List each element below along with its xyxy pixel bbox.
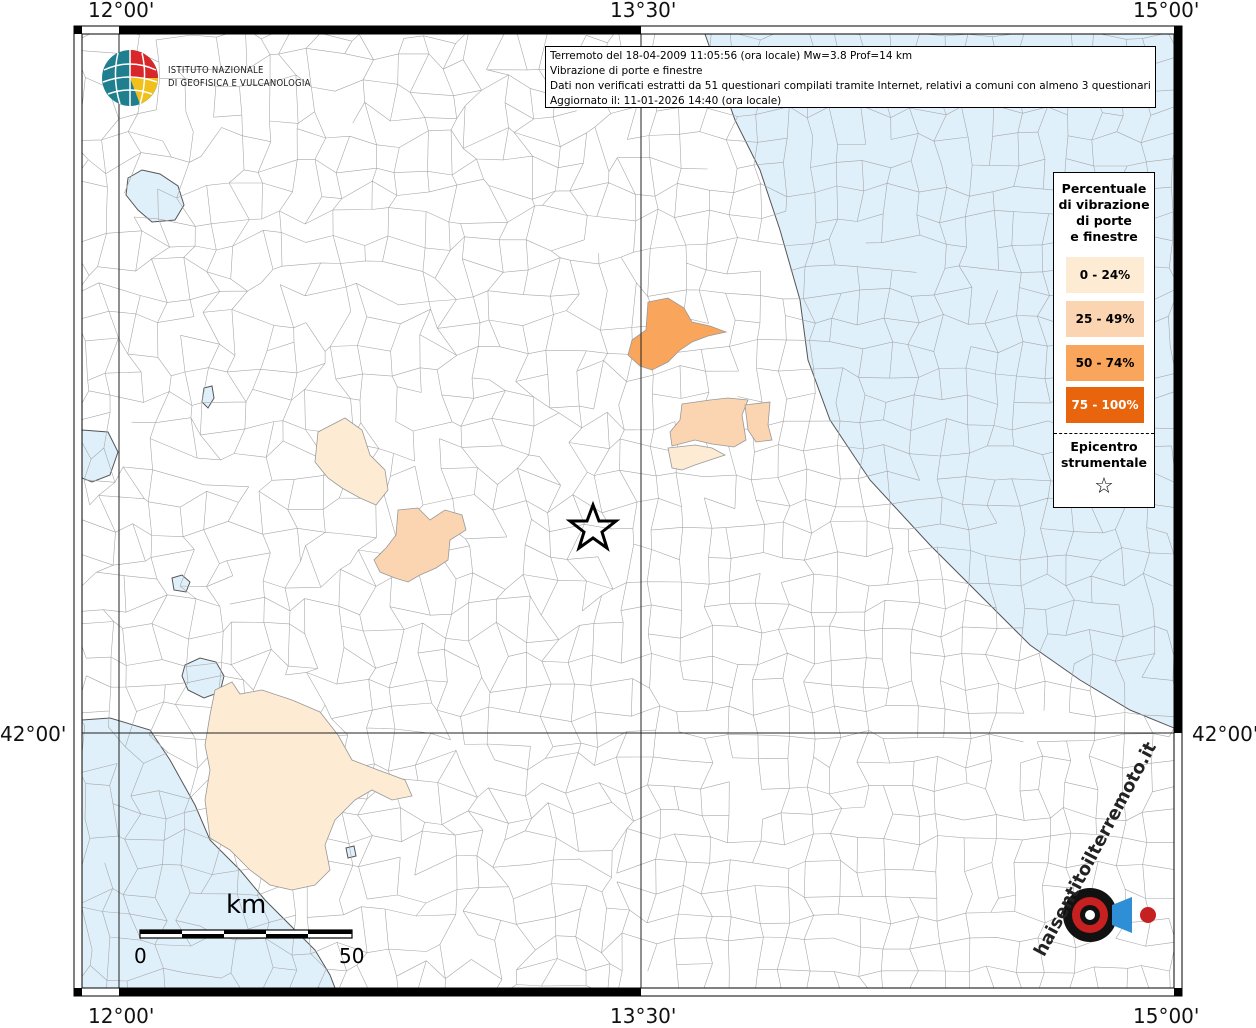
legend-star-icon: ☆ — [1094, 474, 1114, 499]
map-canvas[interactable] — [0, 0, 1256, 1024]
ingv-globe-icon — [102, 50, 158, 106]
legend-title-line3: di porte — [1076, 213, 1132, 228]
scale-max-label: 50 — [339, 944, 365, 968]
event-info-box: Terremoto del 18-04-2009 11:05:56 (ora l… — [545, 46, 1156, 108]
legend-class-0-24: 0 - 24% — [1066, 257, 1144, 293]
legend-epicenter-line2: strumentale — [1060, 455, 1148, 470]
legend-separator — [1054, 433, 1154, 434]
legend-epicenter-line1: Epicentro — [1070, 439, 1138, 454]
municipality-pescara-area-1[interactable] — [669, 397, 749, 448]
scale-bar — [139, 929, 353, 939]
legend-epicenter-title: Epicentro strumentale — [1054, 439, 1154, 471]
legend-title-line1: Percentuale — [1061, 181, 1147, 196]
legend: Percentuale di vibrazione di porte e fin… — [1053, 172, 1155, 508]
event-info-line3: Dati non verificati estratti da 51 quest… — [550, 80, 1151, 92]
legend-class-50-74: 50 - 74% — [1066, 345, 1144, 381]
scale-title: km — [226, 890, 267, 920]
legend-class-75-100: 75 - 100% — [1066, 387, 1144, 423]
ingv-name-line1: ISTITUTO NAZIONALE — [168, 65, 264, 76]
legend-title: Percentuale di vibrazione di porte e fin… — [1054, 181, 1154, 245]
event-info-line2: Vibrazione di porte e finestre — [550, 65, 703, 77]
ingv-name: ISTITUTO NAZIONALE DI GEOFISICA E VULCAN… — [168, 64, 311, 90]
event-info-line4: Aggiornato il: 11-01-2026 14:40 (ora loc… — [550, 95, 782, 107]
scale-min-label: 0 — [134, 944, 147, 968]
legend-title-line2: di vibrazione — [1058, 197, 1150, 212]
event-info-line1: Terremoto del 18-04-2009 11:05:56 (ora l… — [550, 50, 913, 62]
ingv-name-line2: DI GEOFISICA E VULCANOLOGIA — [168, 78, 311, 89]
legend-class-25-49: 25 - 49% — [1066, 301, 1144, 337]
legend-title-line4: e finestre — [1070, 229, 1138, 244]
